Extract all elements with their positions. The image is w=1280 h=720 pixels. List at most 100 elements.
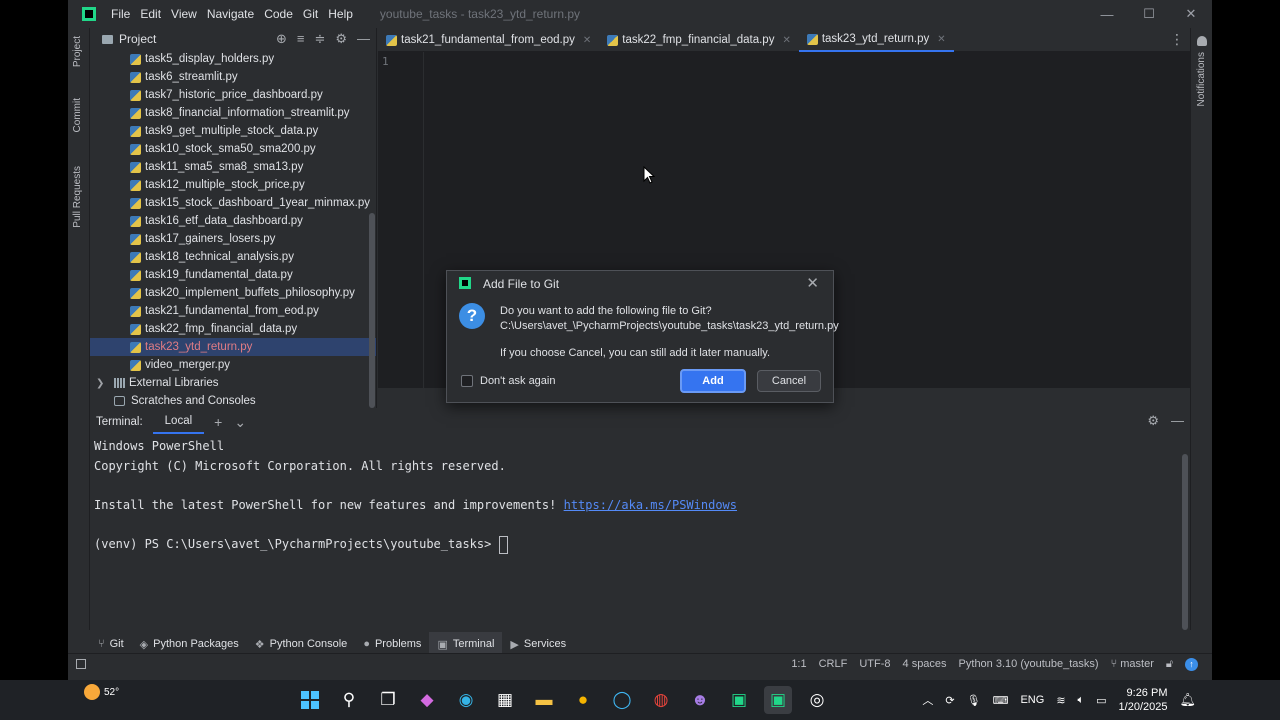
indent-setting[interactable]: 4 spaces: [903, 658, 947, 670]
add-terminal-icon[interactable]: +: [214, 414, 222, 431]
close-tab-icon[interactable]: ✕: [937, 34, 945, 45]
close-tab-icon[interactable]: ✕: [782, 35, 790, 46]
window-controls: — ☐ ✕: [1086, 0, 1212, 28]
cancel-button[interactable]: Cancel: [757, 370, 821, 392]
locate-file-icon[interactable]: ⊕: [276, 31, 287, 47]
project-file-item[interactable]: task17_gainers_losers.py: [90, 230, 376, 248]
cortana-icon[interactable]: ◯: [608, 686, 636, 714]
chrome-canary-icon[interactable]: ●: [569, 686, 597, 714]
file-encoding[interactable]: UTF-8: [859, 658, 890, 670]
close-window-button[interactable]: ✕: [1170, 0, 1212, 28]
project-file-item[interactable]: task21_fundamental_from_eod.py: [90, 302, 376, 320]
line-separator[interactable]: CRLF: [819, 658, 848, 670]
volume-icon[interactable]: 🔈︎: [1078, 694, 1085, 707]
add-button[interactable]: Add: [680, 369, 746, 393]
gear-icon[interactable]: ⚙: [335, 31, 347, 47]
python-interpreter[interactable]: Python 3.10 (youtube_tasks): [959, 658, 1099, 670]
pull-requests-tool-tab[interactable]: Pull Requests: [72, 166, 83, 228]
more-tabs-icon[interactable]: ⋮: [1170, 31, 1184, 48]
project-file-item[interactable]: task5_display_holders.py: [90, 50, 376, 68]
commit-tool-tab[interactable]: Commit: [72, 98, 83, 132]
wifi-icon[interactable]: ≋: [1056, 694, 1065, 707]
maximize-button[interactable]: ☐: [1128, 0, 1170, 28]
close-icon[interactable]: ✕: [806, 274, 819, 292]
project-file-item[interactable]: task16_etf_data_dashboard.py: [90, 212, 376, 230]
task-view-icon[interactable]: ❐: [374, 686, 402, 714]
store-icon[interactable]: ▦: [491, 686, 519, 714]
project-tool-tab[interactable]: Project: [72, 36, 83, 67]
project-file-item[interactable]: video_merger.py: [90, 356, 376, 374]
project-file-item[interactable]: task20_implement_buffets_philosophy.py: [90, 284, 376, 302]
bell-icon[interactable]: [1197, 36, 1207, 46]
editor-tab[interactable]: task23_ytd_return.py ✕: [798, 28, 954, 52]
dont-ask-again-checkbox[interactable]: Don't ask again: [461, 375, 555, 387]
discord-icon[interactable]: ☻: [686, 686, 714, 714]
toggle-tool-windows-icon[interactable]: [76, 658, 86, 669]
clock[interactable]: 9:26 PM 1/20/2025: [1119, 686, 1168, 714]
project-panel-title[interactable]: Project: [119, 32, 156, 46]
project-file-item[interactable]: task18_technical_analysis.py: [90, 248, 376, 266]
terminal-tab-local[interactable]: Local: [152, 410, 205, 434]
notifications-tool-tab[interactable]: Notifications: [1196, 52, 1207, 106]
terminal-scrollbar[interactable]: [1182, 454, 1188, 630]
obs-icon[interactable]: ◎: [803, 686, 831, 714]
terminal-output[interactable]: Windows PowerShell Copyright (C) Microso…: [90, 434, 1190, 630]
caret-position[interactable]: 1:1: [791, 658, 806, 670]
pycharm-taskbar-icon[interactable]: ▣: [764, 686, 792, 714]
chevron-down-icon[interactable]: ⌄: [234, 414, 246, 431]
powershell-link[interactable]: https://aka.ms/PSWindows: [564, 498, 737, 512]
edge-icon[interactable]: ◉: [452, 686, 480, 714]
chevron-right-icon[interactable]: ❯: [96, 378, 108, 389]
project-file-item[interactable]: task10_stock_sma50_sma200.py: [90, 140, 376, 158]
battery-icon[interactable]: ▭: [1096, 694, 1106, 707]
menu-help[interactable]: Help: [323, 7, 358, 21]
dialog-question: Do you want to add the following file to…: [500, 305, 712, 317]
pycharm-alt-icon[interactable]: ▣: [725, 686, 753, 714]
menu-code[interactable]: Code: [259, 7, 298, 21]
project-file-item[interactable]: task6_streamlit.py: [90, 68, 376, 86]
menu-view[interactable]: View: [166, 7, 202, 21]
keyboard-icon[interactable]: ⌨: [993, 694, 1009, 707]
collapse-all-icon[interactable]: ≑: [314, 31, 325, 47]
project-scrollbar[interactable]: [369, 213, 375, 408]
git-branch[interactable]: ⑂ master: [1111, 658, 1154, 670]
project-file-item[interactable]: task11_sma5_sma8_sma13.py: [90, 158, 376, 176]
menu-edit[interactable]: Edit: [135, 7, 166, 21]
project-panel: Project ⊕ ≡ ≑ ⚙ — task5_display_holders.…: [90, 28, 377, 408]
minimize-button[interactable]: —: [1086, 0, 1128, 28]
microphone-icon[interactable]: 🎙︎: [967, 694, 981, 707]
project-file-item[interactable]: task7_historic_price_dashboard.py: [90, 86, 376, 104]
checkbox-box[interactable]: [461, 375, 473, 387]
project-file-item[interactable]: task15_stock_dashboard_1year_minmax.py: [90, 194, 376, 212]
scratches-node[interactable]: Scratches and Consoles: [90, 392, 376, 408]
project-file-item[interactable]: task23_ytd_return.py: [90, 338, 376, 356]
hide-panel-icon[interactable]: —: [1171, 413, 1184, 429]
chevron-up-icon[interactable]: ︿: [922, 692, 933, 708]
project-file-item[interactable]: task9_get_multiple_stock_data.py: [90, 122, 376, 140]
project-file-item[interactable]: task19_fundamental_data.py: [90, 266, 376, 284]
close-tab-icon[interactable]: ✕: [583, 35, 591, 46]
expand-all-icon[interactable]: ≡: [297, 31, 305, 47]
lock-icon[interactable]: 🔓︎: [1166, 658, 1173, 671]
weather-widget[interactable]: 52°: [84, 684, 119, 700]
gear-icon[interactable]: ⚙: [1147, 413, 1159, 429]
project-file-item[interactable]: task8_financial_information_streamlit.py: [90, 104, 376, 122]
project-file-item[interactable]: task12_multiple_stock_price.py: [90, 176, 376, 194]
copilot-icon[interactable]: ◆: [413, 686, 441, 714]
editor-tab[interactable]: task21_fundamental_from_eod.py ✕: [378, 28, 599, 52]
search-icon[interactable]: ⚲: [335, 686, 363, 714]
menu-file[interactable]: File: [106, 7, 135, 21]
hide-panel-icon[interactable]: —: [357, 31, 370, 47]
start-icon[interactable]: [296, 686, 324, 714]
file-explorer-icon[interactable]: ▬: [530, 686, 558, 714]
project-file-item[interactable]: task22_fmp_financial_data.py: [90, 320, 376, 338]
external-libraries-node[interactable]: ❯ External Libraries: [90, 374, 376, 392]
notification-bell-icon[interactable]: 🔔︎: [1179, 692, 1196, 708]
editor-tab[interactable]: task22_fmp_financial_data.py ✕: [599, 28, 799, 52]
menu-navigate[interactable]: Navigate: [202, 7, 259, 21]
sync-icon[interactable]: ⟳: [945, 694, 954, 707]
update-icon[interactable]: ↑: [1185, 657, 1198, 671]
menu-git[interactable]: Git: [298, 7, 323, 21]
input-language[interactable]: ENG: [1020, 694, 1044, 706]
chrome-icon[interactable]: ◍: [647, 686, 675, 714]
